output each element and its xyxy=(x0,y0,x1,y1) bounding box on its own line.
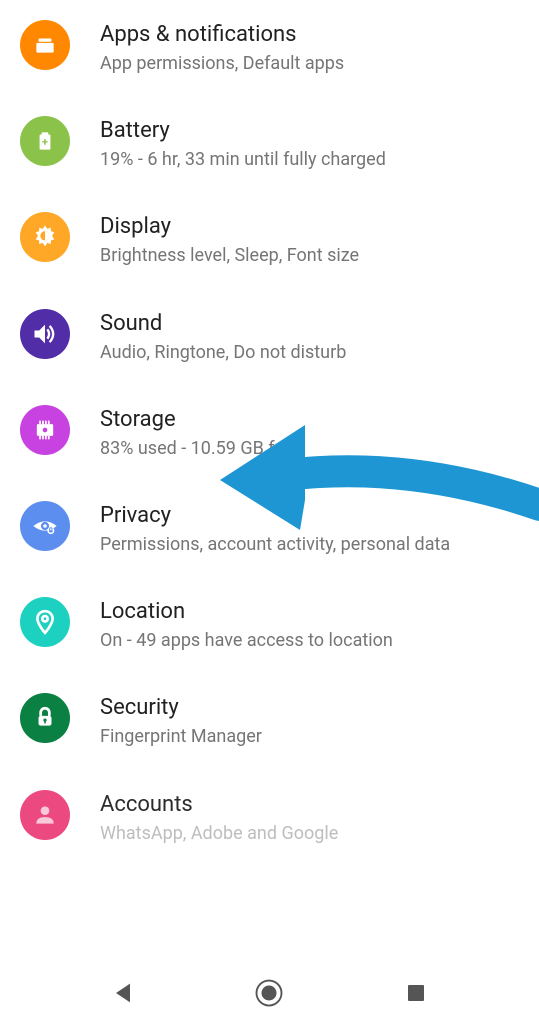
item-text: Security Fingerprint Manager xyxy=(100,693,519,749)
item-text: Apps & notifications App permissions, De… xyxy=(100,20,519,76)
settings-item-privacy[interactable]: Privacy Permissions, account activity, p… xyxy=(0,481,539,577)
item-title: Sound xyxy=(100,311,519,336)
item-text: Storage 83% used - 10.59 GB free xyxy=(100,405,519,461)
recent-button[interactable] xyxy=(391,968,441,1018)
item-title: Apps & notifications xyxy=(100,22,519,47)
item-subtitle: 83% used - 10.59 GB free xyxy=(100,436,519,461)
item-text: Privacy Permissions, account activity, p… xyxy=(100,501,519,557)
storage-icon xyxy=(20,405,70,455)
battery-icon: + xyxy=(20,116,70,166)
home-button[interactable] xyxy=(244,968,294,1018)
item-subtitle: 19% - 6 hr, 33 min until fully charged xyxy=(100,147,519,172)
item-text: Display Brightness level, Sleep, Font si… xyxy=(100,212,519,268)
item-title: Battery xyxy=(100,118,519,143)
location-icon xyxy=(20,597,70,647)
accounts-icon xyxy=(20,790,70,840)
svg-text:+: + xyxy=(42,136,48,149)
item-title: Display xyxy=(100,214,519,239)
settings-item-display[interactable]: Display Brightness level, Sleep, Font si… xyxy=(0,192,539,288)
item-subtitle: On - 49 apps have access to location xyxy=(100,628,519,653)
item-title: Location xyxy=(100,599,519,624)
settings-list: Apps & notifications App permissions, De… xyxy=(0,0,539,866)
settings-item-battery[interactable]: + Battery 19% - 6 hr, 33 min until fully… xyxy=(0,96,539,192)
item-text: Sound Audio, Ringtone, Do not disturb xyxy=(100,309,519,365)
item-title: Accounts xyxy=(100,792,519,817)
item-text: Location On - 49 apps have access to loc… xyxy=(100,597,519,653)
item-text: Accounts WhatsApp, Adobe and Google xyxy=(100,790,519,846)
item-subtitle: Fingerprint Manager xyxy=(100,724,519,749)
settings-item-apps[interactable]: Apps & notifications App permissions, De… xyxy=(0,0,539,96)
sound-icon xyxy=(20,309,70,359)
item-title: Privacy xyxy=(100,503,519,528)
item-title: Security xyxy=(100,695,519,720)
item-subtitle: WhatsApp, Adobe and Google xyxy=(100,821,519,846)
security-icon xyxy=(20,693,70,743)
item-subtitle: Permissions, account activity, personal … xyxy=(100,532,519,557)
item-text: Battery 19% - 6 hr, 33 min until fully c… xyxy=(100,116,519,172)
settings-item-sound[interactable]: Sound Audio, Ringtone, Do not disturb xyxy=(0,289,539,385)
settings-item-accounts[interactable]: Accounts WhatsApp, Adobe and Google xyxy=(0,770,539,866)
navigation-bar xyxy=(0,962,539,1024)
item-subtitle: Brightness level, Sleep, Font size xyxy=(100,243,519,268)
item-subtitle: Audio, Ringtone, Do not disturb xyxy=(100,340,519,365)
settings-item-location[interactable]: Location On - 49 apps have access to loc… xyxy=(0,577,539,673)
apps-icon xyxy=(20,20,70,70)
settings-item-storage[interactable]: Storage 83% used - 10.59 GB free xyxy=(0,385,539,481)
item-title: Storage xyxy=(100,407,519,432)
back-button[interactable] xyxy=(98,968,148,1018)
settings-item-security[interactable]: Security Fingerprint Manager xyxy=(0,673,539,769)
item-subtitle: App permissions, Default apps xyxy=(100,51,519,76)
privacy-icon xyxy=(20,501,70,551)
display-icon xyxy=(20,212,70,262)
